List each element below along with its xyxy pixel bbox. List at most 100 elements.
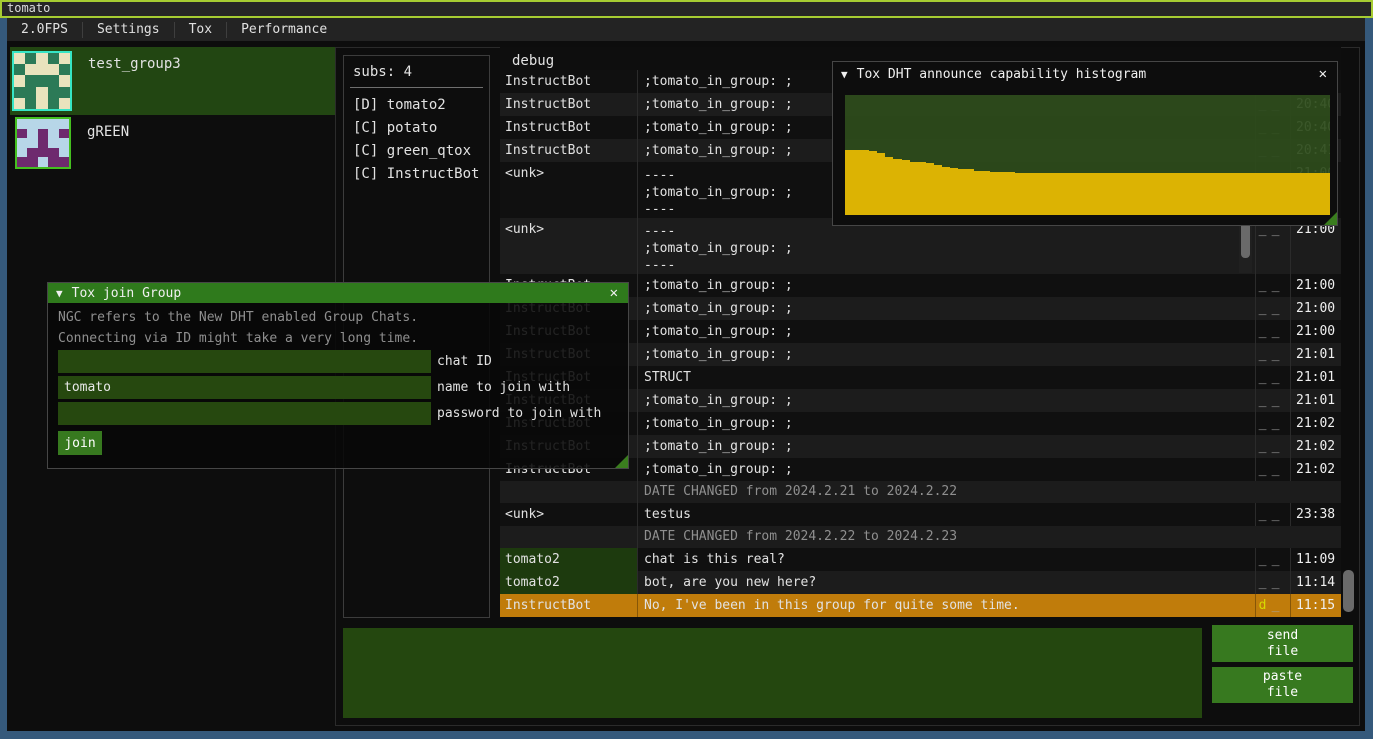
avatar-pixel	[14, 98, 25, 109]
message-time-cell: 21:02	[1290, 435, 1341, 458]
message-flag: _	[1269, 343, 1282, 366]
message-line: ----	[644, 257, 1255, 274]
histogram-bar	[1257, 173, 1265, 215]
message-flag: _	[1269, 503, 1282, 526]
histogram-bar	[885, 157, 893, 215]
member-instructbot[interactable]: [C] InstructBot	[353, 163, 479, 186]
menu-item-tox[interactable]: Tox	[175, 18, 226, 41]
member-green_qtox[interactable]: [C] green_qtox	[353, 140, 471, 163]
collapse-arrow-icon[interactable]: ▼	[56, 287, 63, 300]
send-file-button[interactable]: send file	[1212, 625, 1353, 662]
paste-file-button[interactable]: paste file	[1212, 667, 1353, 703]
message-flag: _	[1269, 297, 1282, 320]
message-scrollbar-thumb[interactable]	[1241, 222, 1250, 258]
message-text-cell: ;tomato_in_group: ;	[637, 297, 1255, 320]
tab-debug-label: debug	[512, 53, 554, 69]
sender-name-cell: InstructBot	[500, 70, 637, 93]
sidebar-item-test_group3[interactable]: test_group3	[10, 47, 335, 115]
subs-separator	[350, 87, 483, 88]
message-time-cell: 21:00	[1290, 320, 1341, 343]
avatar-pixel	[36, 53, 47, 64]
message-flag: _	[1269, 412, 1282, 435]
message-text-cell: bot, are you new here?	[637, 571, 1255, 594]
member-potato[interactable]: [C] potato	[353, 117, 437, 140]
group-name: gREEN	[87, 124, 129, 171]
message-flag: _	[1256, 320, 1269, 343]
sender-name-cell: InstructBot	[500, 116, 637, 139]
message-scrollbar-track[interactable]	[1239, 219, 1252, 273]
join-button[interactable]: join	[58, 431, 102, 455]
message-row[interactable]: <unk>----;tomato_in_group: ;----__21:00	[500, 218, 1341, 274]
date-row-text-cell: DATE CHANGED from 2024.2.21 to 2024.2.22	[637, 481, 1255, 503]
message-flag: _	[1256, 412, 1269, 435]
message-line: ;tomato_in_group: ;	[644, 320, 1255, 343]
resize-grip-icon[interactable]	[1324, 212, 1337, 225]
message-row[interactable]: tomato2chat is this real?__11:09	[500, 548, 1341, 571]
avatar-pixel	[17, 148, 27, 158]
message-line: ;tomato_in_group: ;	[644, 458, 1255, 481]
histogram-bar	[910, 162, 918, 215]
histogram-bar	[1144, 173, 1152, 215]
avatar-pixel	[27, 129, 37, 139]
close-icon[interactable]: ✕	[610, 285, 618, 301]
histogram-bar	[1071, 173, 1079, 215]
message-flag: _	[1269, 458, 1282, 481]
histogram-bar	[926, 163, 934, 215]
avatar-pixel	[38, 138, 48, 148]
message-flag: _	[1269, 435, 1282, 458]
message-time-cell: 11:09	[1290, 548, 1341, 571]
message-flag: _	[1269, 389, 1282, 412]
menu-item-performance[interactable]: Performance	[227, 18, 341, 41]
resize-grip-icon[interactable]	[615, 455, 628, 468]
message-flag: _	[1269, 274, 1282, 297]
message-row[interactable]: <unk>testus__23:38	[500, 503, 1341, 526]
message-flag: _	[1256, 274, 1269, 297]
chat-scrollbar-thumb[interactable]	[1343, 570, 1354, 612]
join-password-input[interactable]	[58, 402, 431, 425]
avatar-pixel	[48, 148, 58, 158]
join-name-label: name to join with	[437, 380, 570, 395]
histogram-bar	[918, 162, 926, 215]
dht-histogram-title: Tox DHT announce capability histogram	[857, 67, 1147, 82]
message-text-cell: ;tomato_in_group: ;	[637, 274, 1255, 297]
message-flags-cell: __	[1255, 435, 1290, 458]
avatar-pixel	[25, 53, 36, 64]
histogram-bar	[1120, 173, 1128, 215]
message-line: ;tomato_in_group: ;	[644, 412, 1255, 435]
os-window-titlebar: tomato	[0, 0, 1373, 18]
message-flags-cell: __	[1255, 389, 1290, 412]
sidebar-item-green[interactable]: gREEN	[10, 115, 335, 171]
close-icon[interactable]: ✕	[1319, 66, 1327, 82]
message-flags-cell: __	[1255, 366, 1290, 389]
avatar-pixel	[38, 129, 48, 139]
collapse-arrow-icon[interactable]: ▼	[841, 68, 848, 81]
avatar-pixel	[17, 157, 27, 167]
menu-item-settings[interactable]: Settings	[83, 18, 174, 41]
group-list-sidebar: test_group3 gREEN	[10, 47, 335, 171]
sender-name-cell: InstructBot	[500, 139, 637, 162]
message-row[interactable]: tomato2bot, are you new here?__11:14	[500, 571, 1341, 594]
sender-name-cell: tomato2	[500, 571, 637, 594]
histogram-bar	[853, 150, 861, 215]
histogram-bar	[1265, 173, 1273, 215]
histogram-bar	[1289, 173, 1297, 215]
member-tomato2[interactable]: [D] tomato2	[353, 94, 446, 117]
tomato-app-window: tomato 2.0FPSSettingsToxPerformance test…	[0, 0, 1373, 739]
message-row[interactable]: InstructBotNo, I've been in this group f…	[500, 594, 1341, 617]
join-group-body: NGC refers to the New DHT enabled Group …	[48, 303, 628, 468]
join-name-input[interactable]	[58, 376, 431, 399]
date-change-text: DATE CHANGED from 2024.2.22 to 2024.2.23	[644, 526, 1255, 548]
window-frame-left	[0, 18, 7, 739]
sender-name-cell: tomato2	[500, 548, 637, 571]
message-flags-cell: __	[1255, 458, 1290, 481]
histogram-bar	[950, 168, 958, 215]
chat-id-label: chat ID	[437, 354, 492, 369]
histogram-bar	[1136, 173, 1144, 215]
message-text-cell: ----;tomato_in_group: ;----	[637, 218, 1255, 274]
message-input[interactable]	[343, 628, 1202, 718]
message-flag: _	[1269, 320, 1282, 343]
chat-id-input[interactable]	[58, 350, 431, 373]
avatar-pixel	[25, 64, 36, 75]
histogram-bar	[1007, 172, 1015, 215]
message-flags-cell: d_	[1255, 594, 1290, 617]
